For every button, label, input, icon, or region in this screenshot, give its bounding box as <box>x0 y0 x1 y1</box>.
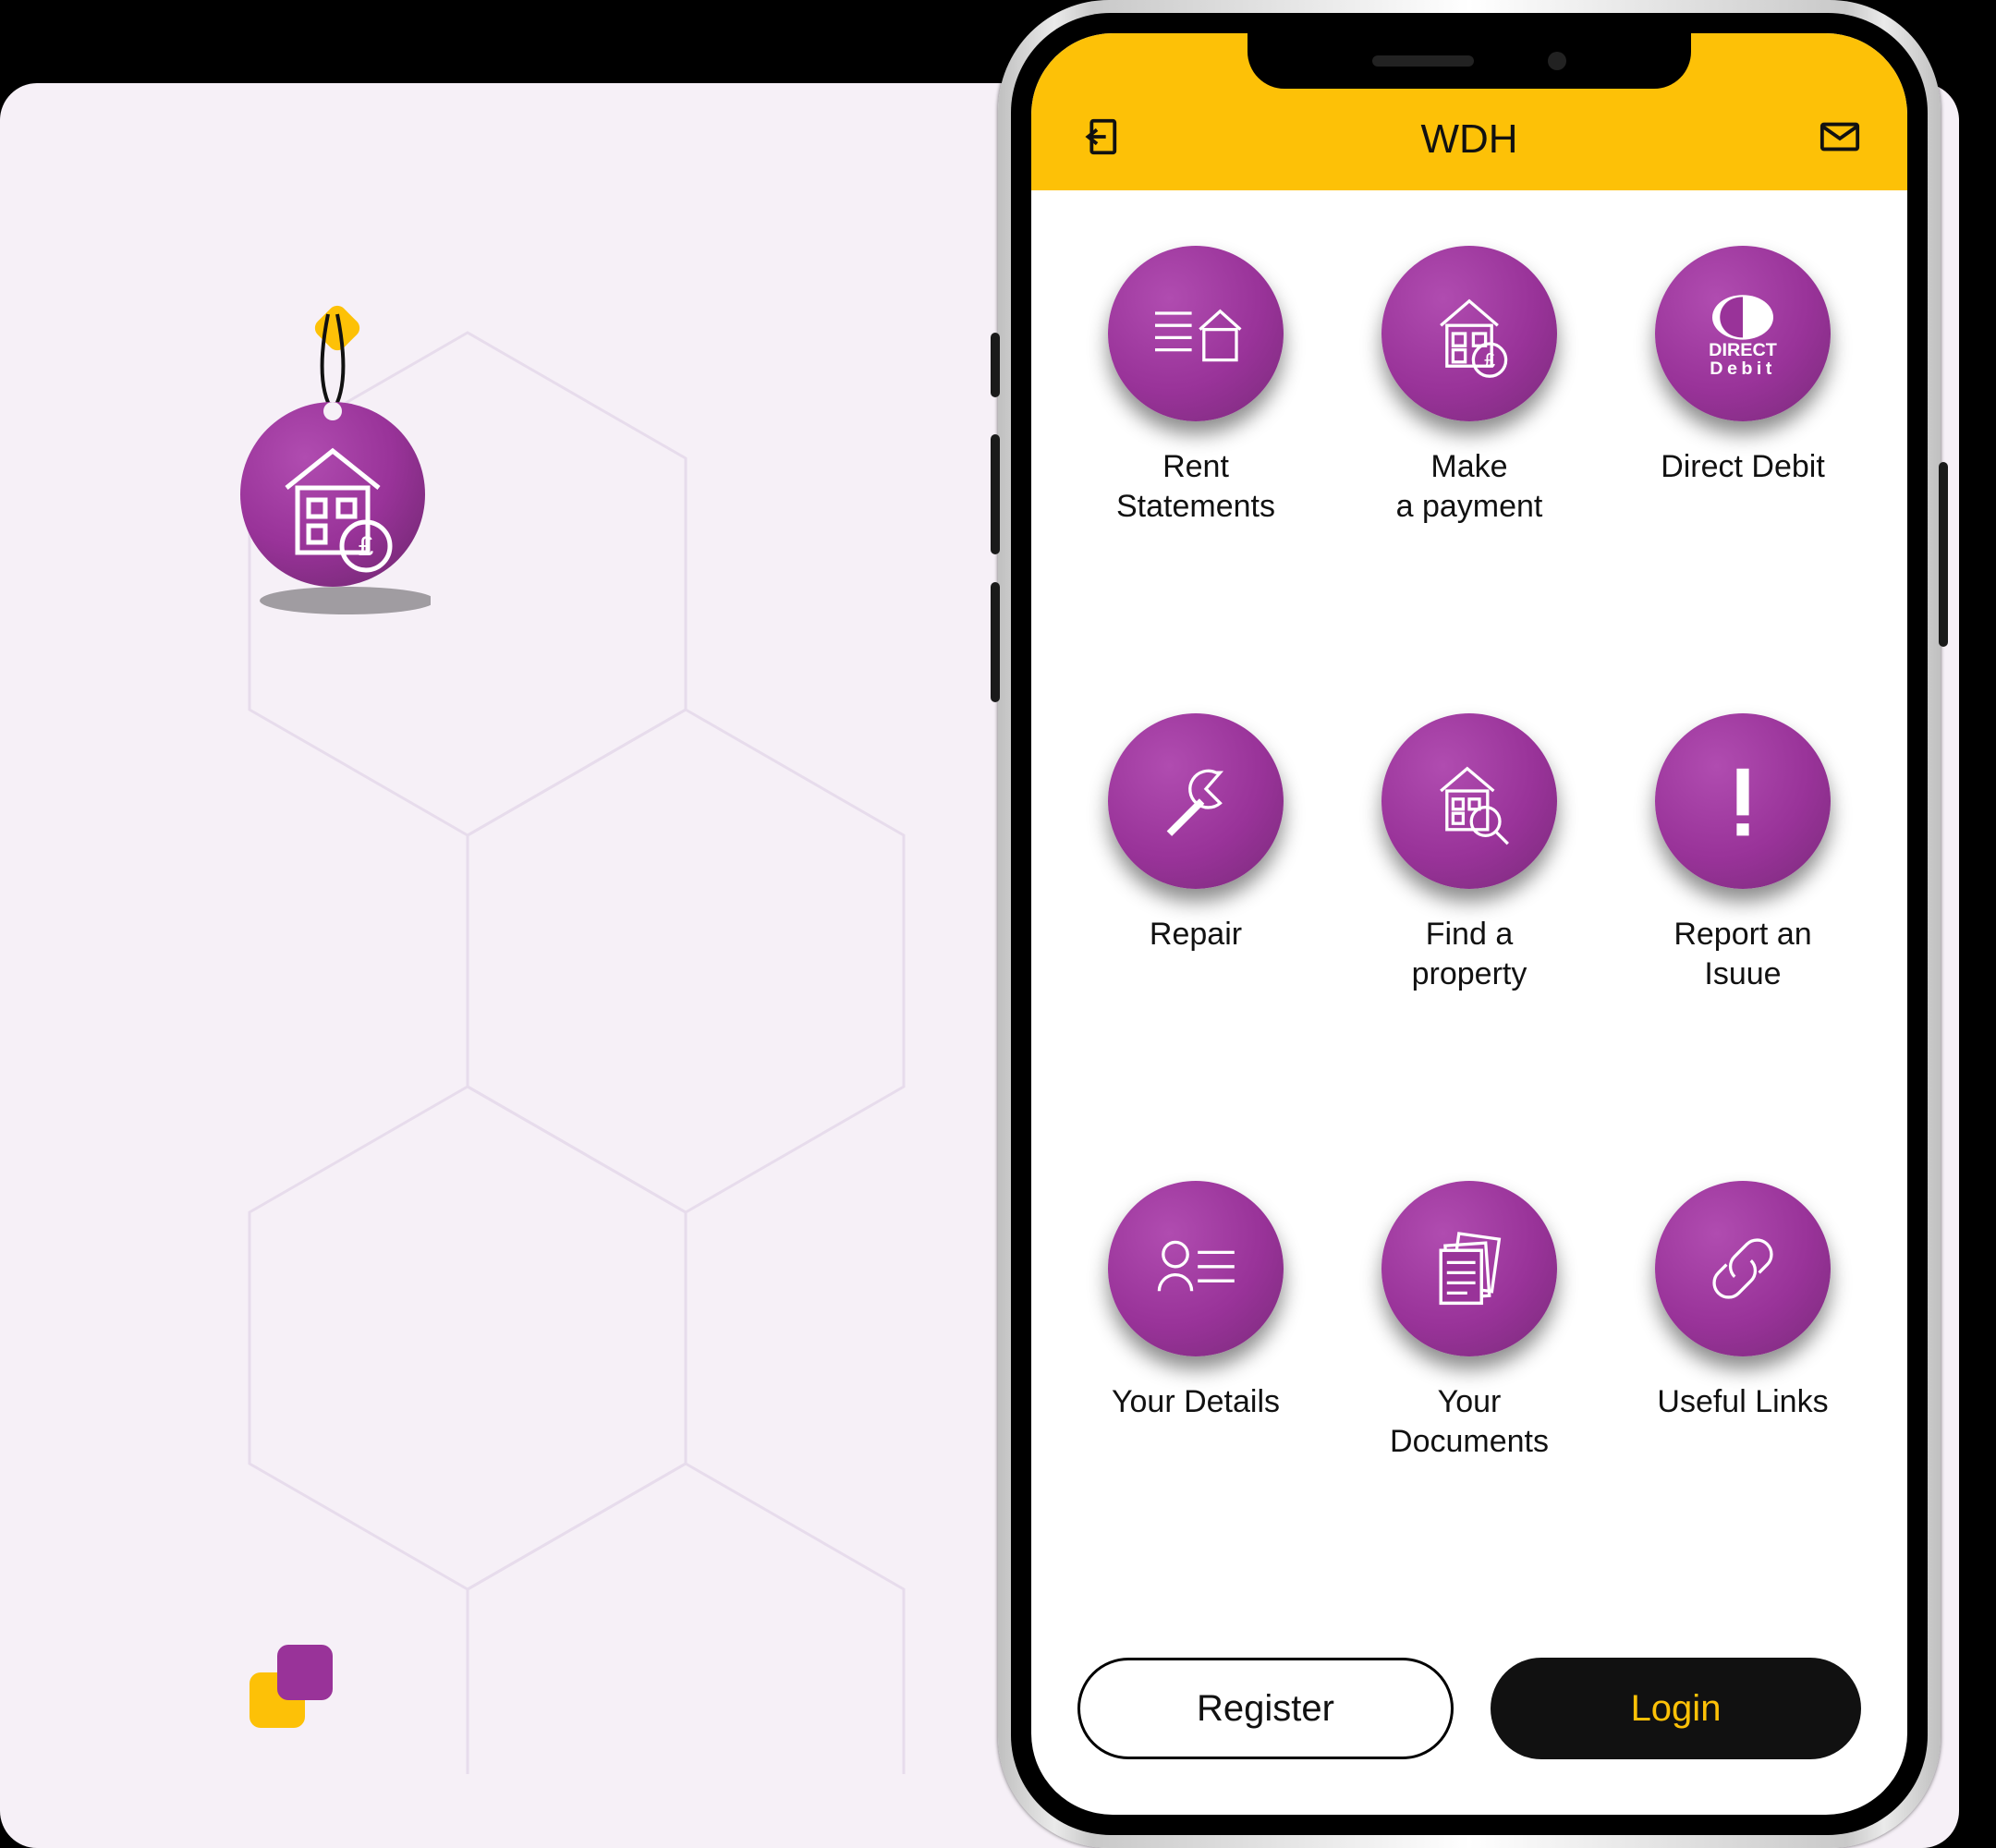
tile-label: Your Documents <box>1390 1382 1549 1461</box>
tile-report-issue[interactable]: Report an Isuue <box>1615 713 1870 1144</box>
tile-your-documents[interactable]: Your Documents <box>1342 1181 1597 1611</box>
register-button[interactable]: Register <box>1077 1658 1454 1759</box>
svg-text:£: £ <box>1484 348 1495 371</box>
bottom-button-row: Register Login <box>1031 1630 1907 1815</box>
tile-make-payment[interactable]: £ Make a payment <box>1342 246 1597 676</box>
rent-statements-icon <box>1108 246 1284 421</box>
mail-icon[interactable] <box>1819 116 1861 163</box>
tile-label: Repair <box>1150 915 1242 992</box>
exit-icon[interactable] <box>1077 116 1120 163</box>
tile-label: Report an Isuue <box>1673 915 1811 993</box>
tile-label: Make a payment <box>1396 447 1543 526</box>
phone-power-button <box>1939 462 1948 647</box>
svg-text:£: £ <box>359 531 374 562</box>
phone-frame: WDH <box>998 0 1941 1848</box>
tile-label: Your Details <box>1112 1382 1280 1460</box>
svg-text:Debit: Debit <box>1710 359 1776 379</box>
phone-mute-switch <box>991 333 1000 397</box>
app-title: WDH <box>1120 116 1819 163</box>
phone-bezel: WDH <box>1011 13 1928 1835</box>
tile-label: Find a property <box>1412 915 1527 993</box>
svg-text:DIRECT: DIRECT <box>1709 340 1777 360</box>
tile-rent-statements[interactable]: Rent Statements <box>1068 246 1323 676</box>
report-issue-icon <box>1655 713 1831 889</box>
find-property-icon <box>1381 713 1557 889</box>
repair-icon <box>1108 713 1284 889</box>
tile-find-property[interactable]: Find a property <box>1342 713 1597 1144</box>
make-payment-icon: £ <box>1381 246 1557 421</box>
phone-notch <box>1248 33 1691 89</box>
login-button[interactable]: Login <box>1491 1658 1861 1759</box>
tile-your-details[interactable]: Your Details <box>1068 1181 1323 1611</box>
tile-direct-debit[interactable]: DIRECT Debit Direct Debit <box>1615 246 1870 676</box>
feature-grid: Rent Statements £ Make a payment <box>1031 190 1907 1630</box>
direct-debit-icon: DIRECT Debit <box>1655 246 1831 421</box>
tile-label: Rent Statements <box>1116 447 1275 526</box>
phone-volume-up <box>991 434 1000 554</box>
your-details-icon <box>1108 1181 1284 1356</box>
decorative-squares <box>240 1635 351 1746</box>
phone-volume-down <box>991 582 1000 702</box>
tile-label: Useful Links <box>1657 1382 1828 1460</box>
hanging-medallion: £ <box>240 300 425 670</box>
tile-useful-links[interactable]: Useful Links <box>1615 1181 1870 1611</box>
phone-screen: WDH <box>1031 33 1907 1815</box>
tile-label: Direct Debit <box>1661 447 1825 525</box>
tile-repair[interactable]: Repair <box>1068 713 1323 1144</box>
your-documents-icon <box>1381 1181 1557 1356</box>
useful-links-icon <box>1655 1181 1831 1356</box>
